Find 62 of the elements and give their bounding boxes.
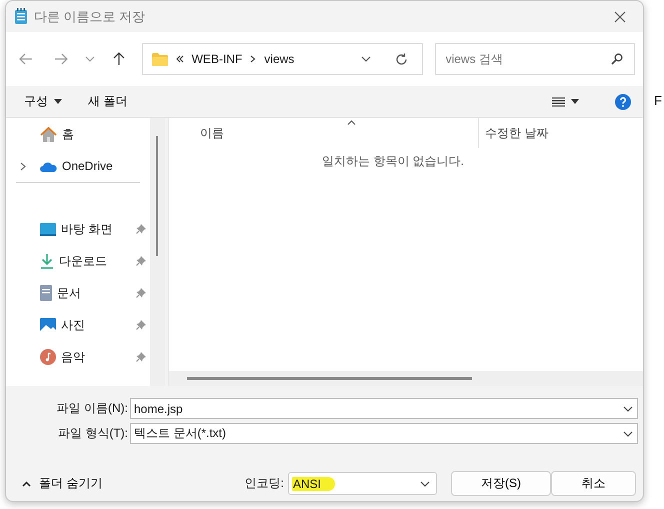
desktop-icon [40, 222, 56, 236]
close-icon [614, 10, 626, 22]
breadcrumb-item[interactable]: WEB-INF [192, 52, 242, 66]
chevron-down-icon [623, 406, 633, 412]
pin-icon[interactable] [136, 320, 146, 330]
combo-field[interactable]: 텍스트 문서(*.txt) [130, 423, 638, 444]
pin-icon[interactable] [136, 352, 146, 362]
dropdown-triangle-icon [54, 99, 62, 104]
help-icon[interactable] [615, 94, 631, 110]
save-button[interactable]: 저장(S) [451, 471, 551, 496]
new-folder-button[interactable]: 새 폴더 [82, 89, 134, 114]
chevron-down-icon [623, 430, 633, 436]
search-field[interactable]: views 검색 [434, 43, 635, 75]
column-header[interactable]: 이름 [169, 118, 479, 148]
pin-icon[interactable] [136, 256, 146, 266]
music-note-icon [40, 349, 56, 365]
address-bar[interactable]: WEB-INF views [142, 43, 423, 75]
breadcrumb-item[interactable]: views [264, 52, 294, 66]
refresh-icon[interactable] [394, 52, 408, 66]
encoding-dropdown[interactable]: ANSI [288, 472, 437, 495]
document-icon [40, 285, 52, 301]
window-title: 다른 이름으로 저장 [34, 8, 146, 26]
sort-caret-icon [347, 120, 356, 125]
breadcrumb-separator-icon [250, 55, 256, 63]
encoding-label: 인코딩: [244, 475, 284, 492]
pin-icon[interactable] [136, 288, 146, 298]
search-icon [611, 53, 623, 65]
expand-chevron-icon[interactable] [20, 162, 26, 170]
sidebar-item[interactable]: 사진 [61, 316, 85, 334]
horizontal-scrollbar[interactable] [169, 371, 643, 386]
sidebar-item[interactable]: OneDrive [62, 159, 113, 173]
combo-field[interactable]: home.jsp [130, 398, 638, 419]
download-arrow-icon [40, 253, 54, 269]
cloud-icon [40, 160, 57, 172]
up-arrow-icon[interactable] [112, 52, 125, 66]
sidebar-item[interactable]: 다운로드 [59, 252, 107, 270]
field-label: 파일 이름(N): [56, 400, 129, 417]
column-header[interactable]: 수정한 날짜 [479, 118, 643, 148]
chevron-down-icon[interactable] [360, 56, 371, 62]
forward-arrow-icon[interactable] [54, 53, 68, 65]
chevron-down-icon [420, 480, 430, 486]
background-text: F [654, 93, 662, 108]
pin-icon[interactable] [136, 224, 146, 234]
picture-icon [40, 318, 56, 332]
sidebar-item[interactable]: 바탕 화면 [61, 220, 112, 238]
sidebar-item[interactable]: 홈 [62, 126, 74, 142]
sidebar-item[interactable]: 음악 [61, 348, 85, 366]
folder-icon [152, 52, 168, 66]
organize-button[interactable]: 구성 [18, 89, 68, 114]
hide-folders-button[interactable]: 폴더 숨기기 [16, 474, 108, 493]
empty-message: 일치하는 항목이 없습니다. [320, 153, 465, 170]
overflow-chevrons-icon[interactable] [176, 55, 184, 63]
notepad-icon [14, 8, 28, 25]
chevron-up-icon [22, 480, 31, 486]
list-view-icon [552, 96, 565, 106]
house-icon [40, 126, 57, 142]
sidebar-item[interactable]: 문서 [57, 284, 81, 302]
vertical-scrollbar[interactable] [150, 118, 165, 386]
back-arrow-icon[interactable] [19, 53, 33, 65]
dropdown-triangle-icon [571, 99, 579, 104]
cancel-button[interactable]: 취소 [551, 471, 636, 496]
field-label: 파일 형식(T): [57, 425, 129, 442]
